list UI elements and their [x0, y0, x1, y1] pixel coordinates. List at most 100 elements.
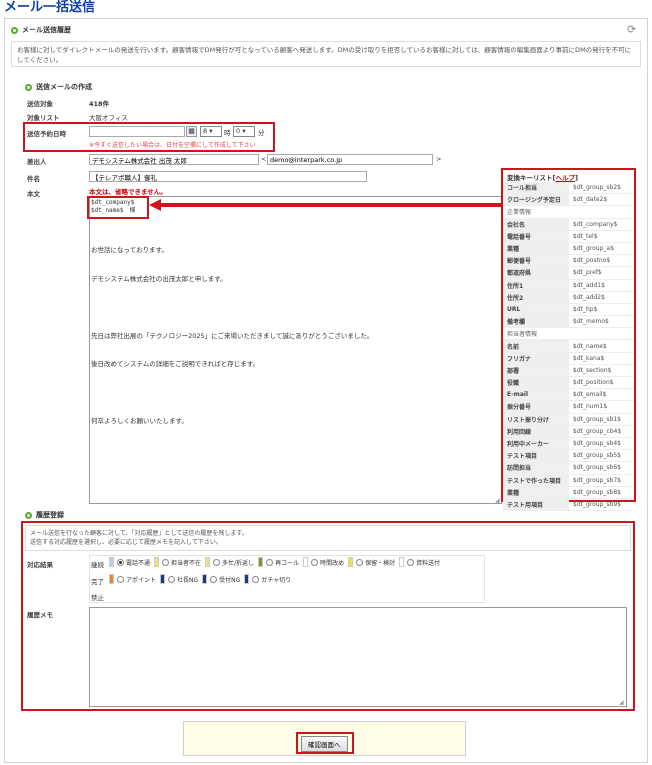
variable-row[interactable]: テストで作った項目 $dt_group_sb7$	[503, 474, 634, 487]
variable-name: リスト振り分け	[503, 413, 569, 425]
variable-value: $dt_group_sb4$	[573, 440, 621, 448]
variable-name: 名前	[503, 340, 569, 352]
compose-header: 送信メールの作成	[25, 82, 92, 92]
result-option[interactable]: 資料送付	[399, 557, 440, 567]
variable-value: $dt_group_sb9$	[573, 500, 621, 508]
variable-row[interactable]: 郵便番号 $dt_postno$	[503, 255, 634, 268]
result-radio[interactable]	[252, 575, 260, 583]
variable-row[interactable]: 業種 $dt_group_a$	[503, 242, 634, 256]
variable-row[interactable]: 部署 $dt_section$	[503, 364, 634, 377]
result-option-label: 再コール	[275, 559, 300, 567]
variable-name: テスト項目	[503, 450, 569, 462]
refresh-icon[interactable]: ⟳	[627, 23, 636, 36]
result-option[interactable]: ガチャ切り	[244, 574, 291, 584]
variable-row[interactable]: E-mail $dt_email$	[503, 389, 634, 402]
variable-row[interactable]: 住所2 $dt_add2$	[503, 291, 634, 304]
variable-row[interactable]: 会社名 $dt_company$	[503, 218, 634, 231]
status-color-swatch	[205, 557, 211, 567]
variable-row[interactable]: 業種 $dt_group_sb8$	[503, 486, 634, 499]
row3-label: 禁止	[91, 594, 104, 602]
compose-section-title: 送信メールの作成	[36, 83, 92, 91]
sender-label: 差出人	[27, 158, 47, 166]
result-radio[interactable]	[168, 575, 176, 583]
variable-row[interactable]: 利用回線 $dt_group_cb4$	[503, 425, 634, 438]
subject-input[interactable]	[89, 171, 367, 182]
variable-row[interactable]: 名前 $dt_name$	[503, 340, 634, 353]
schedule-minute-select[interactable]: 0 ▾	[233, 126, 255, 137]
variable-row[interactable]: リスト振り分け $dt_group_sb1$	[503, 413, 634, 426]
variable-row[interactable]: 訪問担当 $dt_group_sb6$	[503, 462, 634, 475]
history-section-title: メール送信履歴	[22, 26, 71, 34]
variable-row[interactable]: 利用中メーカー $dt_group_sb4$	[503, 437, 634, 451]
variable-row[interactable]: 企業情報	[503, 206, 634, 219]
section-bullet-icon	[11, 26, 18, 34]
variable-list-head: 変換キーリスト[ヘルプ]	[507, 174, 578, 182]
result-radio[interactable]	[266, 558, 274, 566]
variable-name: 業種	[503, 242, 569, 255]
result-option[interactable]: 保留・検討	[348, 557, 395, 567]
variable-row[interactable]: 都道府県 $dt_pref$	[503, 267, 634, 280]
variable-list-panel: 変換キーリスト[ヘルプ] コール担当 $dt_group_sb2$ クロージング予定…	[501, 168, 636, 512]
variable-row[interactable]: 備考欄 $dt_memo$	[503, 316, 634, 329]
page-title: メール一括送信	[4, 0, 96, 15]
result-option[interactable]: 担当者不在	[154, 557, 201, 567]
result-option[interactable]: 受付NG	[202, 574, 240, 584]
result-radio[interactable]	[162, 558, 170, 566]
help-link[interactable]: ヘルプ	[555, 174, 575, 182]
result-radio[interactable]	[213, 558, 221, 566]
result-option[interactable]: 再コール	[258, 557, 299, 567]
variable-value: $dt_position$	[573, 379, 614, 387]
variable-row[interactable]: テスト項目 $dt_group_sb5$	[503, 450, 634, 463]
result-option-label: 保留・検討	[365, 559, 396, 567]
result-radio[interactable]	[117, 558, 124, 566]
main-panel: メール送信履歴 ⟳ お客様に対してダイレクトメールの発送を行います。顧客情報でD…	[4, 18, 648, 763]
variable-row[interactable]: コール担当 $dt_group_sb2$	[503, 182, 634, 195]
result-option[interactable]: 社長NG	[160, 574, 198, 584]
status-color-swatch	[109, 574, 114, 584]
result-option-label: 時間改め	[320, 559, 345, 567]
variable-row[interactable]: クロージング予定日 $dt_date2$	[503, 194, 634, 207]
variable-row[interactable]: フリガナ $dt_kana$	[503, 352, 634, 365]
variable-value: $dt_kana$	[573, 354, 605, 362]
sender-name-input[interactable]	[89, 154, 259, 165]
calendar-icon[interactable]: ▦	[186, 126, 197, 137]
result-option-label: 資料送付	[416, 559, 441, 567]
result-radio[interactable]	[117, 575, 124, 583]
result-radio[interactable]	[356, 558, 364, 566]
variable-value: $dt_date2$	[573, 196, 608, 204]
result-radio[interactable]	[311, 558, 319, 566]
result-radio[interactable]	[407, 558, 415, 566]
variable-row[interactable]: 振分番号 $dt_num1$	[503, 401, 634, 414]
result-option[interactable]: 時間改め	[303, 557, 344, 567]
variable-row[interactable]: URL $dt_hp$	[503, 303, 634, 317]
result-option[interactable]: 多忙/折返し	[205, 557, 254, 567]
body-label: 本文	[27, 190, 40, 198]
schedule-date-input[interactable]	[89, 126, 185, 137]
memo-textarea[interactable]	[89, 607, 627, 707]
confirm-button[interactable]: 確認画面へ	[301, 736, 348, 752]
variable-row[interactable]: テスト用項目 $dt_group_sb9$	[503, 498, 634, 512]
body-var-line: $dt_name$ 様	[91, 207, 136, 214]
variable-row[interactable]: 電話番号 $dt_tel$	[503, 230, 634, 243]
variable-value: $dt_email$	[573, 391, 607, 399]
schedule-hour-select[interactable]: 8 ▾	[200, 126, 222, 137]
body-var-line: $dt_company$	[91, 199, 135, 206]
variable-row[interactable]: 担当者情報	[503, 328, 634, 341]
result-option[interactable]: アポイント	[109, 574, 156, 584]
sender-email-input[interactable]	[267, 154, 433, 165]
resize-handle-icon[interactable]: ◢	[619, 699, 624, 706]
variable-row[interactable]: 役職 $dt_position$	[503, 377, 634, 390]
variable-value: $dt_tel$	[573, 232, 598, 240]
body-line: 後日改めてシステムの詳細をご説明できればと存じます。	[91, 360, 260, 368]
body-text: お世話になっております。 デモシステム株式会社の出茂太郎と申します。 先日は弊社…	[91, 227, 373, 446]
resize-handle-icon[interactable]: ◢	[495, 497, 500, 504]
result-label: 対応結果	[27, 561, 53, 569]
result-option-label: 電話不通	[126, 559, 151, 567]
result-radio[interactable]	[210, 575, 218, 583]
record-intro: メール送信を行なった顧客に対して、「対応履歴」として送信の履歴を残します。 送信…	[25, 525, 631, 551]
result-option[interactable]: 電話不通	[109, 557, 150, 567]
minute-unit: 分	[258, 129, 265, 137]
variable-row[interactable]: 住所1 $dt_add1$	[503, 279, 634, 292]
variable-value: $dt_group_sb6$	[573, 464, 621, 472]
record-intro-line: メール送信を行なった顧客に対して、「対応履歴」として送信の履歴を残します。	[30, 530, 248, 537]
